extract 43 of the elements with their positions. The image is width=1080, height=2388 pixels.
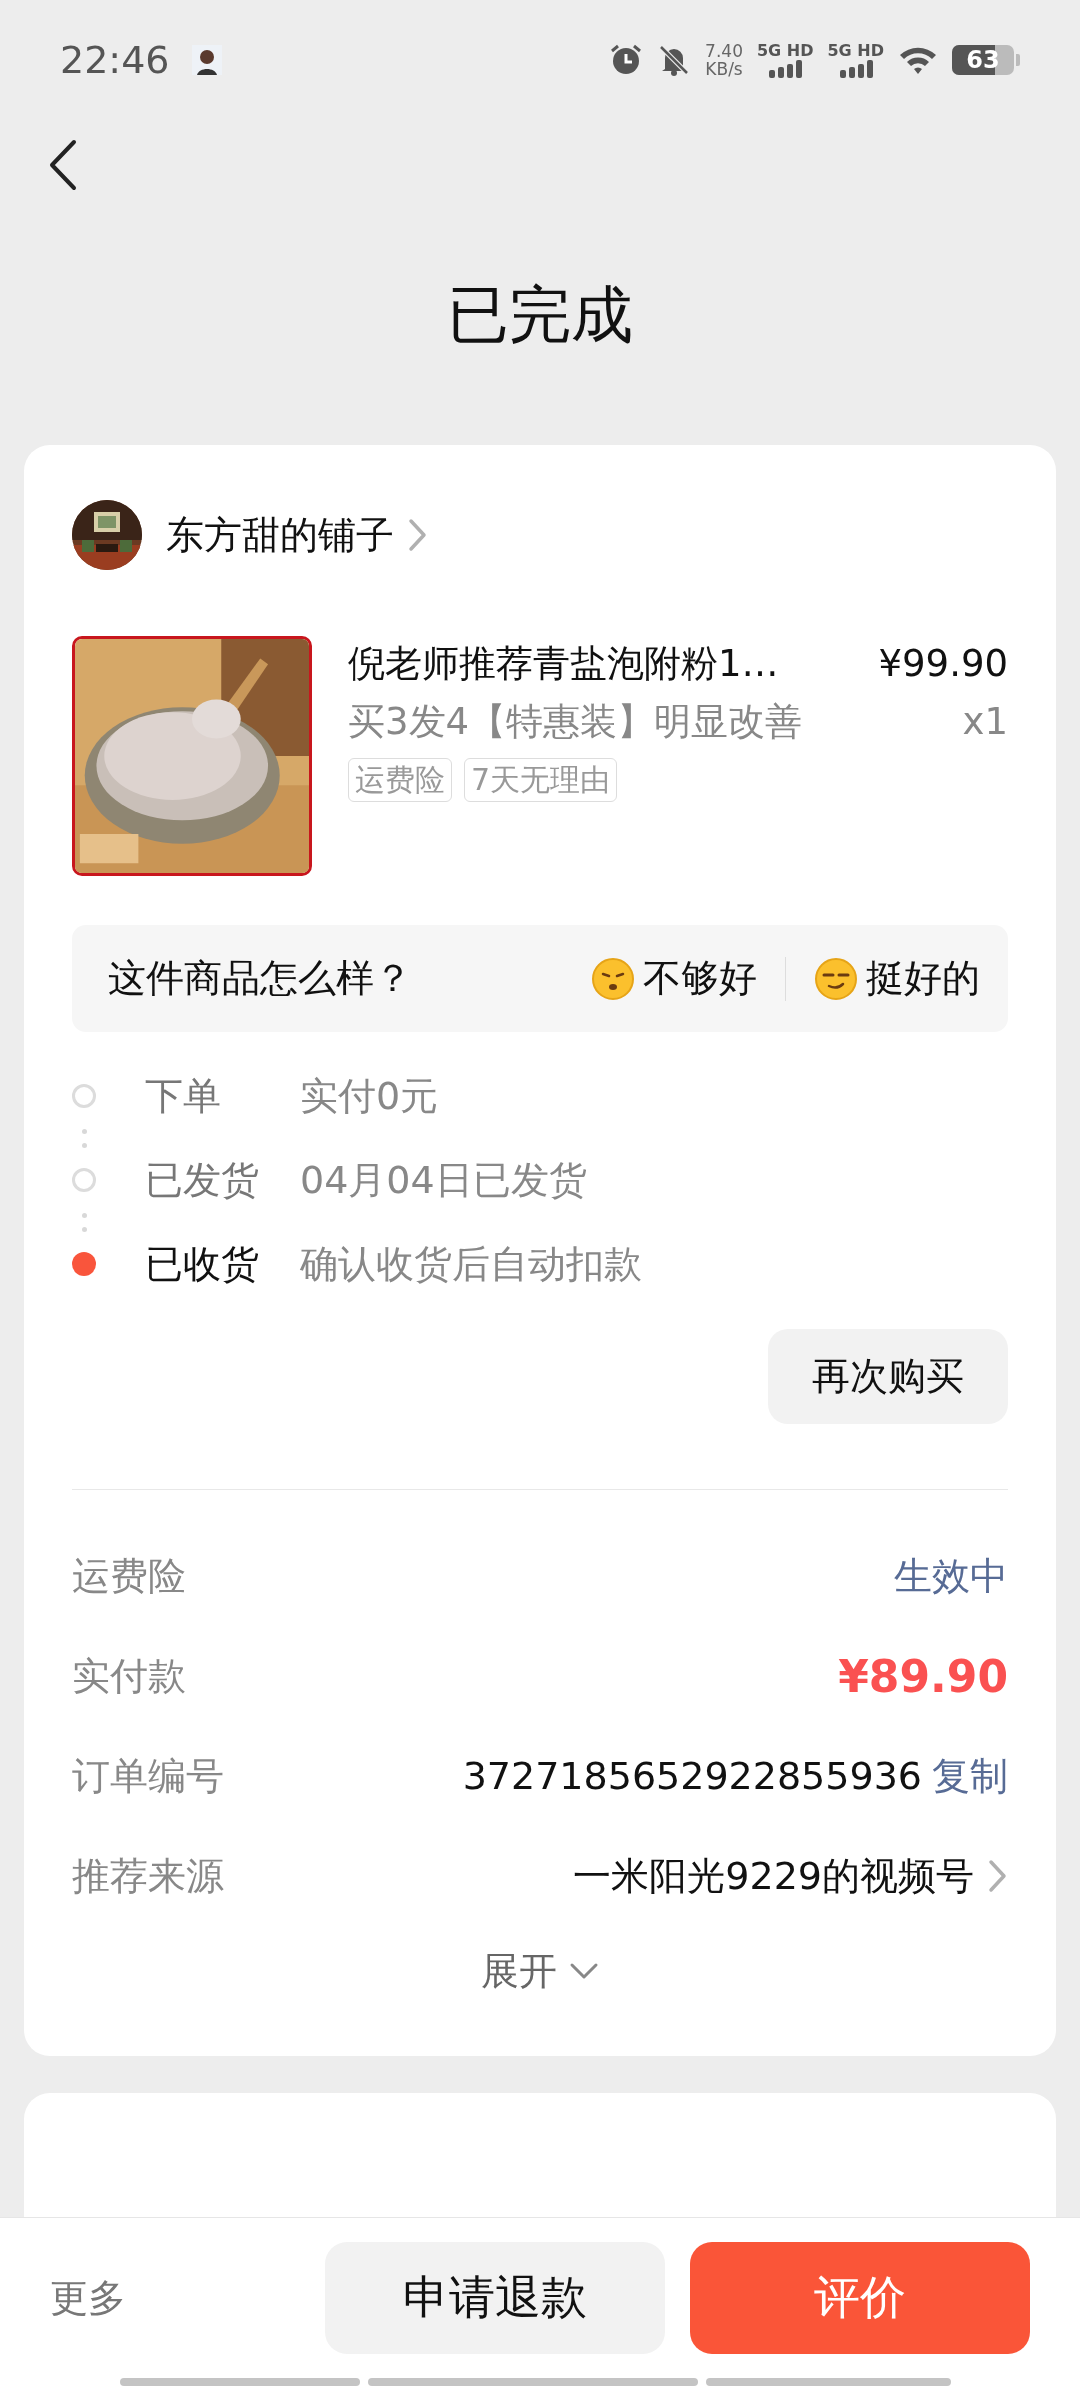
network-speed: 7.40	[705, 42, 743, 60]
alarm-clock-icon	[609, 43, 644, 77]
chevron-right-icon	[408, 518, 428, 552]
network-type: 5G HD	[756, 42, 814, 60]
status-time: 22:46	[60, 38, 170, 82]
step-detail: 04月04日已发货	[300, 1156, 587, 1204]
avatar-icon	[191, 45, 222, 75]
copy-link[interactable]: 复制	[932, 1750, 1008, 1802]
referral-source-link[interactable]: 一米阳光9229的视频号	[573, 1850, 1008, 1902]
feedback-question: 这件商品怎么样？	[108, 955, 413, 1002]
detail-label: 推荐来源	[72, 1852, 224, 1900]
detail-label: 实付款	[72, 1652, 186, 1700]
order-number: 3727185652922855936	[462, 1754, 922, 1798]
product-spec: 买3发4【特惠装】明显改善	[348, 699, 804, 745]
step-detail: 实付0元	[300, 1072, 439, 1120]
sad-face-icon	[591, 956, 635, 1001]
network-type: 5G HD	[827, 42, 884, 60]
detail-label: 运费险	[72, 1552, 186, 1600]
detail-status: 生效中	[894, 1552, 1008, 1600]
step-label: 已发货	[145, 1156, 260, 1204]
shop-name-link[interactable]: 东方甜的铺子	[166, 509, 428, 561]
page-title: 已完成	[446, 277, 634, 353]
chevron-down-icon	[569, 1962, 599, 1980]
product-quantity: x1	[962, 699, 1008, 745]
wifi-icon	[898, 45, 938, 75]
step-label: 下单	[145, 1072, 222, 1120]
smirk-face-icon	[814, 956, 858, 1001]
step-label: 已收货	[145, 1240, 260, 1288]
expand-button[interactable]: 展开	[475, 1944, 605, 1998]
detail-label: 订单编号	[72, 1752, 224, 1800]
service-tag: 运费险	[348, 758, 452, 802]
buy-again-button[interactable]: 再次购买	[768, 1329, 1008, 1424]
paid-amount: ¥89.90	[838, 1650, 1008, 1702]
more-button[interactable]: 更多	[50, 2272, 126, 2324]
product-price: ¥99.90	[878, 641, 1008, 687]
step-detail: 确认收货后自动扣款	[300, 1240, 642, 1288]
refund-button[interactable]: 申请退款	[325, 2242, 665, 2354]
chevron-right-icon	[988, 1859, 1008, 1893]
rating-option[interactable]: 挺好的	[810, 953, 984, 1004]
service-tag: 7天无理由	[464, 758, 618, 802]
network-speed-unit: KB/s	[705, 60, 743, 78]
rating-option[interactable]: 不够好	[587, 953, 761, 1004]
product-title: 倪老师推荐青盐泡附粉1…	[348, 641, 779, 687]
